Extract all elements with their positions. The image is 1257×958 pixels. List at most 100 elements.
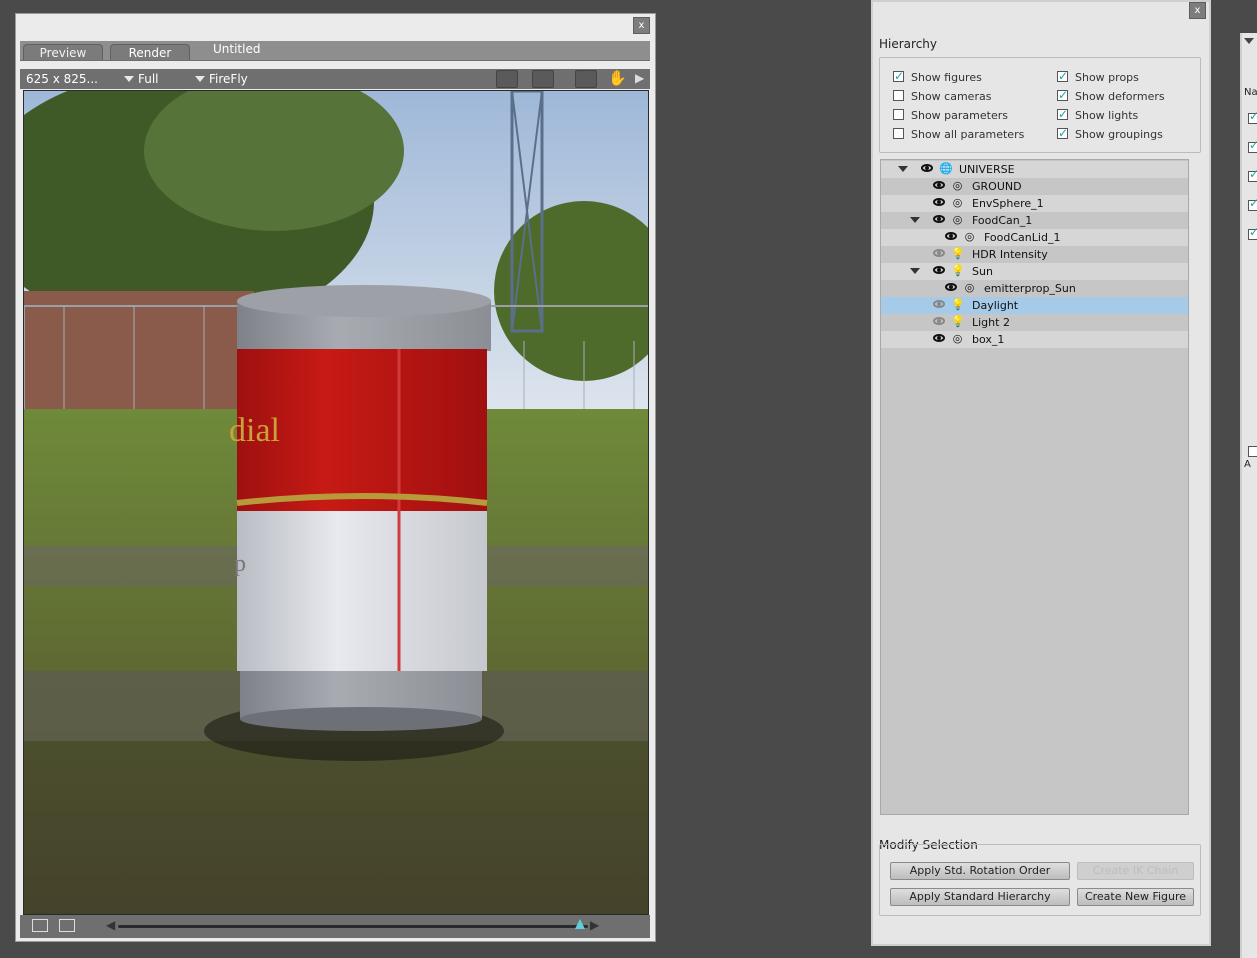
render-compare-slider[interactable] xyxy=(118,925,588,928)
hierarchy-close-button[interactable]: x xyxy=(1189,2,1206,19)
tree-row-daylight[interactable]: 💡 Daylight xyxy=(881,297,1188,314)
renderer-dropdown[interactable]: FireFly xyxy=(195,72,248,86)
eye-icon[interactable] xyxy=(933,317,945,325)
slider-right-arrow-icon[interactable]: ▶ xyxy=(590,918,599,932)
tree-row-foodcan[interactable]: ◎ FoodCan_1 xyxy=(881,212,1188,229)
eye-icon[interactable] xyxy=(933,215,945,223)
eye-icon[interactable] xyxy=(933,181,945,189)
hierarchy-tree: 🌐 UNIVERSE ◎ GROUND ◎ EnvSphere_1 ◎ Food… xyxy=(880,159,1189,815)
tree-row-sun[interactable]: 💡 Sun xyxy=(881,263,1188,280)
tree-item-label: EnvSphere_1 xyxy=(972,197,1044,210)
checkbox[interactable] xyxy=(1057,124,1068,143)
light-bulb-icon: 💡 xyxy=(951,298,965,311)
checkbox[interactable] xyxy=(893,90,904,101)
slider-left-arrow-icon[interactable]: ◀ xyxy=(106,918,115,932)
hierarchy-options: Show figures Show cameras Show parameter… xyxy=(879,57,1201,153)
render-close-button[interactable]: x xyxy=(633,17,650,34)
document-title: Untitled xyxy=(213,42,261,56)
eye-icon[interactable] xyxy=(933,198,945,206)
tree-item-label: FoodCanLid_1 xyxy=(984,231,1061,244)
tree-item-label: Light 2 xyxy=(972,316,1010,329)
tree-item-label: Sun xyxy=(972,265,993,278)
eye-icon[interactable] xyxy=(921,164,933,172)
tree-row-box[interactable]: ◎ box_1 xyxy=(881,331,1188,348)
checkbox[interactable] xyxy=(1057,67,1068,86)
tree-row-universe[interactable]: 🌐 UNIVERSE xyxy=(881,161,1188,178)
checkbox[interactable] xyxy=(893,67,904,86)
compare-render-icon[interactable] xyxy=(59,919,75,932)
checkbox[interactable] xyxy=(1248,196,1257,211)
modify-selection-panel: Apply Std. Rotation Order Create IK Chai… xyxy=(879,844,1201,916)
eye-icon[interactable] xyxy=(933,300,945,308)
camera-render-icon[interactable] xyxy=(496,70,518,88)
checkbox[interactable] xyxy=(1057,105,1068,124)
option-label: Show cameras xyxy=(911,90,992,103)
expand-arrow-icon[interactable] xyxy=(898,166,908,172)
prop-icon: ◎ xyxy=(952,213,963,226)
panel-label-fragment-2: A xyxy=(1244,459,1251,470)
option-show-figures[interactable]: Show figures xyxy=(893,67,982,87)
play-arrow-icon[interactable]: ▶ xyxy=(635,71,644,85)
tree-row-ground[interactable]: ◎ GROUND xyxy=(881,178,1188,195)
render-image: dial p xyxy=(23,90,649,915)
eye-icon[interactable] xyxy=(933,334,945,342)
tab-preview[interactable]: Preview xyxy=(23,44,103,60)
tree-row-envsphere[interactable]: ◎ EnvSphere_1 xyxy=(881,195,1188,212)
prop-icon: ◎ xyxy=(952,179,963,192)
render-settings-icon[interactable] xyxy=(575,70,597,88)
area-render-icon[interactable] xyxy=(532,70,554,88)
tree-row-emitterprop-sun[interactable]: ◎ emitterprop_Sun xyxy=(881,280,1188,297)
expand-arrow-icon[interactable] xyxy=(910,217,920,223)
chevron-down-icon xyxy=(124,76,134,82)
hierarchy-title: Hierarchy xyxy=(879,37,938,51)
render-to-new-window-icon[interactable] xyxy=(32,919,48,932)
tree-row-hdr-intensity[interactable]: 💡 HDR Intensity xyxy=(881,246,1188,263)
hand-icon[interactable]: ✋ xyxy=(608,69,627,87)
option-label: Show props xyxy=(1075,71,1139,84)
eye-icon[interactable] xyxy=(933,249,945,257)
option-show-deformers[interactable]: Show deformers xyxy=(1057,86,1165,106)
rendered-scene-image: dial p xyxy=(24,91,648,914)
option-show-lights[interactable]: Show lights xyxy=(1057,105,1138,125)
tree-item-label: FoodCan_1 xyxy=(972,214,1033,227)
option-label: Show figures xyxy=(911,71,982,84)
slider-thumb[interactable] xyxy=(575,919,585,929)
light-bulb-icon: 💡 xyxy=(951,264,965,277)
checkbox[interactable] xyxy=(1248,109,1257,124)
light-bulb-icon: 💡 xyxy=(951,247,965,260)
resolution-value: Full xyxy=(138,72,159,86)
checkbox[interactable] xyxy=(893,128,904,139)
apply-standard-hierarchy-button[interactable]: Apply Standard Hierarchy xyxy=(890,888,1070,906)
tree-item-label: UNIVERSE xyxy=(959,163,1015,176)
option-label: Show groupings xyxy=(1075,128,1163,141)
tree-item-label: emitterprop_Sun xyxy=(984,282,1076,295)
eye-icon[interactable] xyxy=(945,283,957,291)
checkbox[interactable] xyxy=(1248,167,1257,182)
checkbox[interactable] xyxy=(1248,225,1257,240)
checkbox[interactable] xyxy=(1248,138,1257,153)
checkbox[interactable] xyxy=(893,109,904,120)
expand-arrow-icon[interactable] xyxy=(910,268,920,274)
option-show-props[interactable]: Show props xyxy=(1057,67,1139,87)
option-show-parameters[interactable]: Show parameters xyxy=(893,106,1008,125)
eye-icon[interactable] xyxy=(945,232,957,240)
option-label: Show all parameters xyxy=(911,128,1025,141)
option-show-all-parameters[interactable]: Show all parameters xyxy=(893,125,1024,144)
tree-row-foodcanlid[interactable]: ◎ FoodCanLid_1 xyxy=(881,229,1188,246)
option-label: Show parameters xyxy=(911,109,1008,122)
hierarchy-window: x Hierarchy Show figures Show cameras Sh… xyxy=(871,0,1211,946)
tab-render[interactable]: Render xyxy=(110,44,190,60)
tree-item-label: GROUND xyxy=(972,180,1022,193)
checkbox[interactable] xyxy=(1248,446,1257,457)
tree-row-light-2[interactable]: 💡 Light 2 xyxy=(881,314,1188,331)
checkbox[interactable] xyxy=(1057,86,1068,105)
apply-rotation-order-button[interactable]: Apply Std. Rotation Order xyxy=(890,862,1070,880)
create-new-figure-button[interactable]: Create New Figure xyxy=(1077,888,1194,906)
resolution-dropdown[interactable]: Full xyxy=(124,72,159,86)
option-show-groupings[interactable]: Show groupings xyxy=(1057,124,1163,144)
globe-icon: 🌐 xyxy=(939,162,953,175)
chevron-down-icon[interactable] xyxy=(1244,38,1254,44)
create-ik-chain-button[interactable]: Create IK Chain xyxy=(1077,862,1194,880)
option-show-cameras[interactable]: Show cameras xyxy=(893,87,991,106)
eye-icon[interactable] xyxy=(933,266,945,274)
